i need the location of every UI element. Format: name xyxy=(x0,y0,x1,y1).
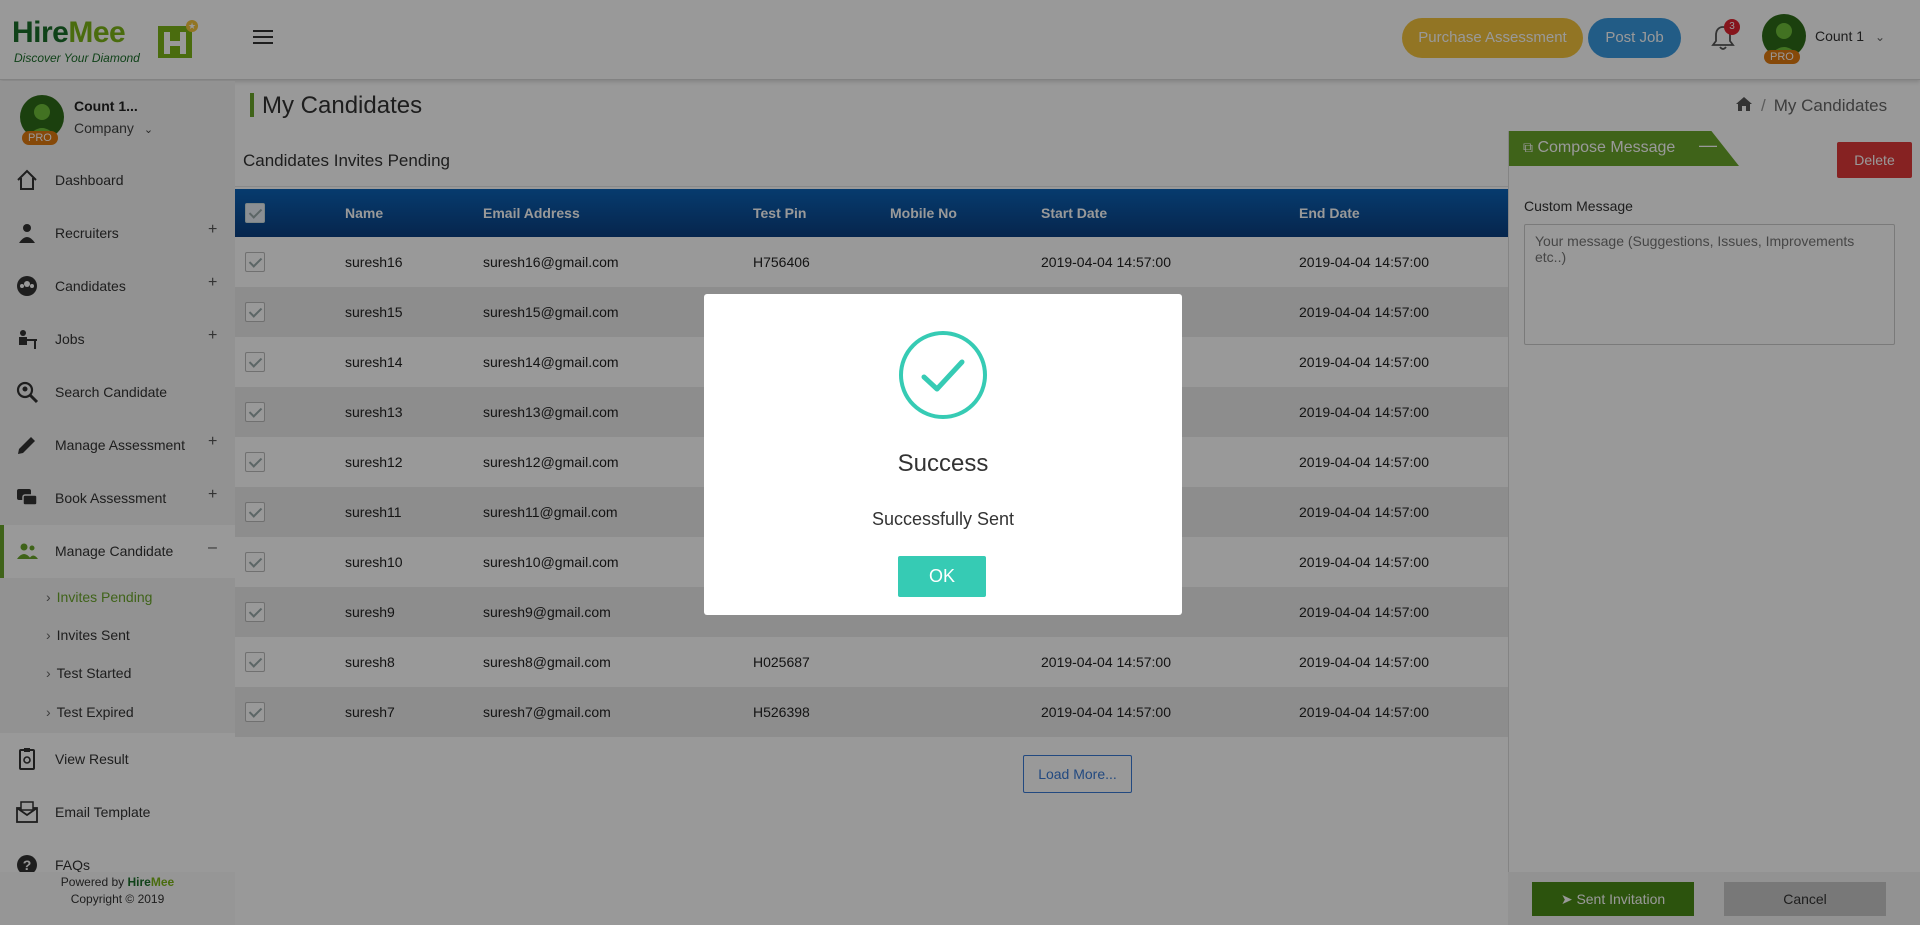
success-dialog: Success Successfully Sent OK xyxy=(704,294,1182,615)
dialog-message: Successfully Sent xyxy=(871,509,1015,529)
ok-button[interactable]: OK xyxy=(898,556,986,597)
dialog-title: Success xyxy=(897,450,989,477)
success-check-icon xyxy=(899,331,987,419)
